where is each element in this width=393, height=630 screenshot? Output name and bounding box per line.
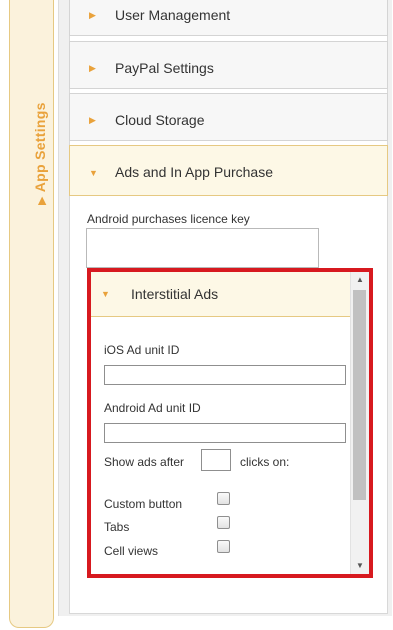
cell-views-label: Cell views: [104, 544, 159, 558]
scroll-up-icon[interactable]: ▲: [356, 275, 364, 284]
clicks-on-label: clicks on:: [240, 455, 290, 469]
licence-key-input[interactable]: [86, 228, 319, 268]
section-label: Cloud Storage: [115, 112, 205, 128]
show-ads-after-label: Show ads after: [104, 455, 185, 469]
custom-button-label: Custom button: [104, 497, 183, 511]
scrollbar-thumb[interactable]: [353, 290, 366, 500]
section-label: User Management: [115, 7, 231, 23]
scroll-down-icon[interactable]: ▼: [356, 561, 364, 570]
ios-ad-unit-input[interactable]: [104, 365, 346, 385]
interstitial-ads-header[interactable]: ▼ Interstitial Ads: [91, 272, 350, 317]
cell-views-checkbox[interactable]: [217, 540, 230, 553]
custom-button-checkbox[interactable]: [217, 492, 230, 505]
android-ad-unit-label: Android Ad unit ID: [104, 401, 201, 415]
chevron-down-icon: ▼: [89, 168, 98, 178]
show-ads-clicks-input[interactable]: [201, 449, 231, 471]
section-cloud-storage[interactable]: ▶ Cloud Storage: [69, 93, 388, 141]
app-settings-tab[interactable]: ▶App Settings: [9, 0, 54, 628]
ios-ad-unit-label: iOS Ad unit ID: [104, 343, 180, 357]
chevron-down-icon: ▼: [101, 289, 110, 299]
interstitial-ads-title: Interstitial Ads: [131, 286, 219, 302]
section-ads-in-app-purchase[interactable]: ▼ Ads and In App Purchase: [69, 145, 388, 196]
section-paypal-settings[interactable]: ▶ PayPal Settings: [69, 41, 388, 89]
scrollbar[interactable]: ▲ ▼: [350, 272, 369, 574]
section-label: Ads and In App Purchase: [115, 164, 273, 180]
app-settings-tab-label: ▶App Settings: [32, 102, 48, 205]
triangle-right-icon: ▶: [36, 196, 48, 205]
chevron-right-icon: ▶: [89, 63, 96, 73]
android-ad-unit-input[interactable]: [104, 423, 346, 443]
section-user-management[interactable]: ▶ User Management: [69, 0, 388, 36]
section-label: PayPal Settings: [115, 60, 214, 76]
tabs-checkbox[interactable]: [217, 516, 230, 529]
licence-key-label: Android purchases licence key: [87, 212, 250, 226]
tabs-label: Tabs: [104, 520, 130, 534]
chevron-right-icon: ▶: [89, 10, 96, 20]
chevron-right-icon: ▶: [89, 115, 96, 125]
